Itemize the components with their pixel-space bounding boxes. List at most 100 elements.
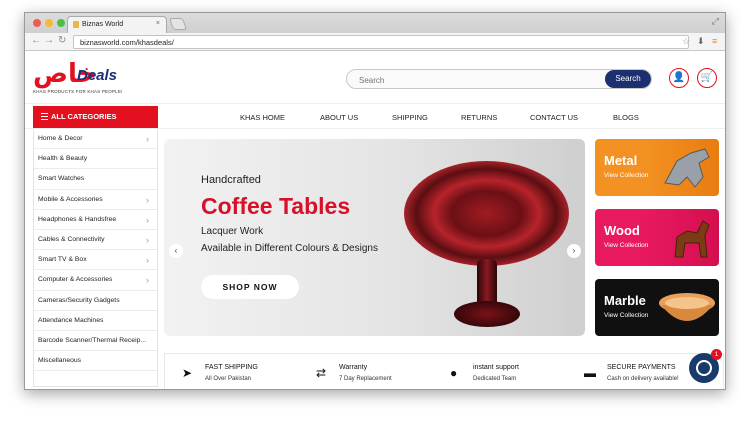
nav-item-khas-home[interactable]: KHAS HOME [240,113,285,122]
sidebar-item-label: Cameras/Security Gadgets [38,296,120,304]
url-field[interactable]: biznasworld.com/khasdeals/ [73,35,689,49]
user-icon[interactable]: 👤 [669,68,689,88]
credit-card-icon: ▬ [584,366,596,380]
sidebar-item[interactable]: Attendance Machines [34,311,157,331]
search-button[interactable]: Search [605,70,651,88]
browser-window: Biznas World × ⤢ ← → ↻ biznasworld.com/k… [24,12,726,390]
hamburger-icon [41,113,48,120]
chevron-right-icon: › [146,214,149,225]
sidebar-item-label: Smart Watches [38,175,85,183]
collection-tile-metal[interactable]: Metal View Collection [595,139,719,196]
category-sidebar: Home & Decor › Health & Beauty Smart Watc… [33,129,158,387]
banner-description: Available in Different Colours & Designs [201,243,378,254]
arrow-right-icon[interactable]: → [44,35,54,46]
fullscreen-icon[interactable]: ⤢ [712,16,719,27]
all-categories-button[interactable]: ALL CATEGORIES [33,106,158,128]
search-input[interactable] [347,71,597,88]
sidebar-item[interactable]: Smart TV & Box › [34,250,157,271]
feature-warranty: ⇄ Warranty 7 Day Replacement [299,354,433,389]
nav-item-contact-us[interactable]: CONTACT US [530,113,578,122]
marble-bowl-image [659,293,715,321]
sidebar-item[interactable]: Computer & Accessories › [34,270,157,291]
chevron-left-icon[interactable]: ‹ [169,244,183,258]
feature-shipping: ➤ FAST SHIPPING All Over Pakistan [165,354,299,389]
sidebar-item-label: Cables & Connectivity [38,235,105,243]
paper-plane-icon: ➤ [182,366,193,380]
feature-title: Warranty [339,364,368,371]
chevron-right-icon: › [146,255,149,266]
sidebar-item-label: Attendance Machines [38,316,104,324]
nav-item-shipping[interactable]: SHIPPING [392,113,428,122]
tile-title: Marble [604,293,646,308]
hero-banner[interactable]: Handcrafted Coffee Tables Lacquer Work A… [164,139,585,336]
sidebar-item-label: Health & Beauty [38,155,88,163]
chevron-right-icon: › [146,194,149,205]
nav-item-about-us[interactable]: ABOUT US [320,113,358,122]
sidebar-item[interactable]: Cables & Connectivity › [34,230,157,251]
banner-title: Coffee Tables [201,193,351,219]
site-logo[interactable]: خاص Deals KHAS PRODUCTS FOR KHAS PEOPLE! [33,59,153,97]
search-box: Search [346,69,652,89]
chevron-right-icon[interactable]: › [567,244,581,258]
sidebar-item[interactable]: Barcode Scanner/Thermal Receip... [34,331,157,352]
arrow-left-icon[interactable]: ← [31,35,41,46]
feature-subtitle: All Over Pakistan [205,376,252,382]
main-nav: ALL CATEGORIES KHAS HOME ABOUT US SHIPPI… [25,103,725,129]
tab-title: Biznas World [82,21,124,28]
collection-tile-marble[interactable]: Marble View Collection [595,279,719,336]
cart-icon[interactable]: 🛒 [697,68,717,88]
chevron-right-icon: › [146,275,149,286]
nav-item-blogs[interactable]: BLOGS [613,113,639,122]
feature-payments: ▬ SECURE PAYMENTS Cash on delivery avail… [567,354,701,389]
nav-item-returns[interactable]: RETURNS [461,113,497,122]
coffee-table-base [454,301,520,327]
star-icon[interactable]: ☆ [682,36,690,47]
tile-title: Metal [604,153,638,168]
collection-tile-wood[interactable]: Wood View Collection [595,209,719,266]
exchange-icon: ⇄ [316,366,327,380]
site-header: خاص Deals KHAS PRODUCTS FOR KHAS PEOPLE!… [25,51,725,103]
tile-title: Wood [604,223,640,238]
chevron-right-icon: › [146,134,149,144]
tile-link[interactable]: View Collection [604,172,648,179]
sidebar-item[interactable]: Health & Beauty [34,149,157,170]
menu-icon[interactable]: ≡ [712,36,717,46]
address-bar-row: ← → ↻ biznasworld.com/khasdeals/ ☆ ⬇ ≡ [25,33,725,51]
sidebar-item[interactable]: Miscellaneous [34,351,157,372]
shop-now-button[interactable]: SHOP NOW [201,275,299,299]
sidebar-item[interactable]: Headphones & Handsfree › [34,210,157,230]
sidebar-item[interactable]: Smart Watches [34,169,157,190]
sidebar-item-label: Home & Decor [38,135,83,142]
sidebar-item-label: Headphones & Handsfree [38,215,117,223]
tile-link[interactable]: View Collection [604,242,648,249]
feature-title: instant support [473,364,519,371]
sidebar-item[interactable]: Home & Decor › [34,129,157,150]
chat-notification-badge: 1 [711,349,722,360]
minimize-window-button[interactable] [45,19,53,27]
new-tab-button[interactable] [168,18,188,30]
sidebar-item[interactable]: Mobile & Accessories › [34,190,157,210]
browser-tab[interactable]: Biznas World × [67,16,167,33]
feature-subtitle: Cash on delivery available! [607,376,679,382]
feature-subtitle: 7 Day Replacement [339,376,392,382]
close-window-button[interactable] [33,19,41,27]
reload-icon[interactable]: ↻ [58,35,66,46]
chat-bubble-icon: ● [450,366,458,380]
sidebar-item-label: Smart TV & Box [38,256,87,264]
sidebar-item-label: Miscellaneous [38,357,82,365]
tile-link[interactable]: View Collection [604,312,648,319]
logo-deals: Deals [77,67,118,84]
chevron-right-icon: › [146,234,149,245]
sidebar-item[interactable]: Cameras/Security Gadgets [34,291,157,311]
extension-icon[interactable]: ⬇ [697,36,705,47]
maximize-window-button[interactable] [57,19,65,27]
metal-horse-image [664,148,710,188]
feature-title: SECURE PAYMENTS [607,364,676,371]
feature-title: FAST SHIPPING [205,364,258,371]
all-categories-label: ALL CATEGORIES [51,112,117,121]
banner-eyebrow: Handcrafted [201,174,261,186]
logo-tagline: KHAS PRODUCTS FOR KHAS PEOPLE! [33,89,123,94]
tab-close-icon[interactable]: × [156,20,160,27]
tab-bar: Biznas World × ⤢ [25,13,725,33]
sidebar-item-label: Barcode Scanner/Thermal Receip... [38,336,147,344]
